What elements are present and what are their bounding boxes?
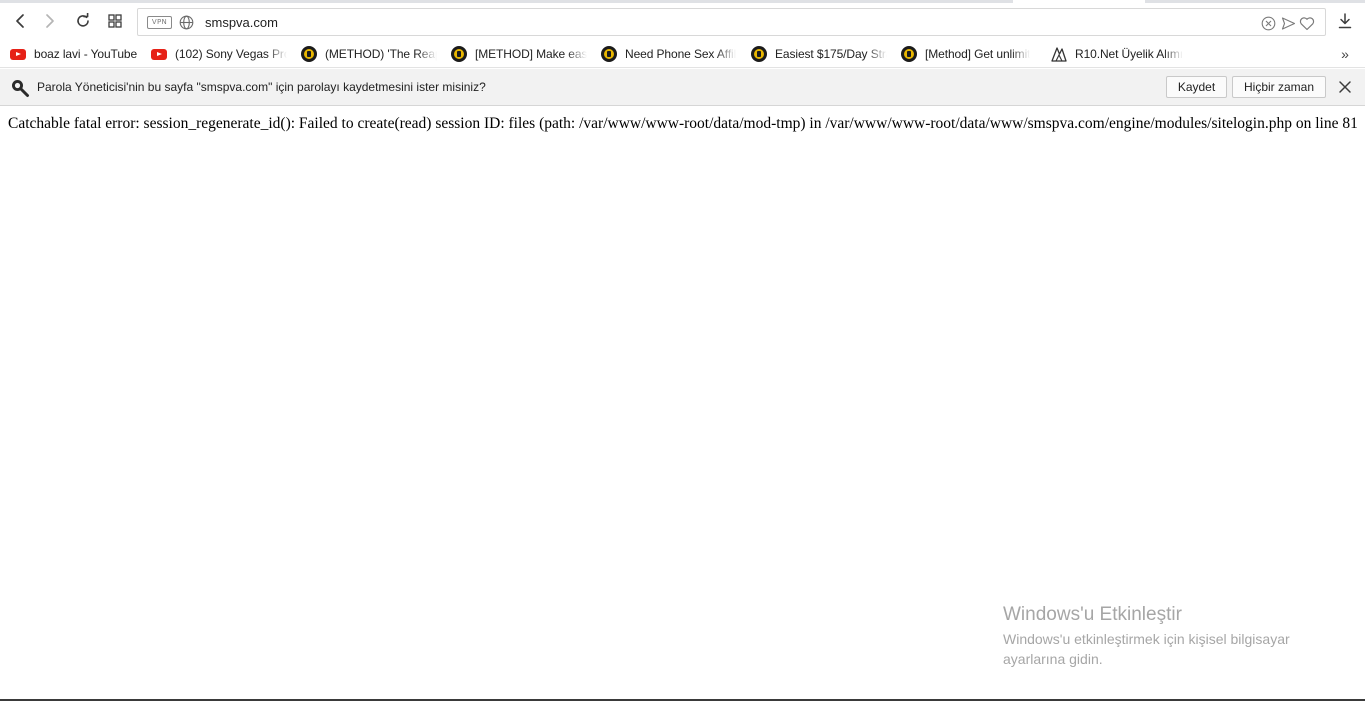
windows-activation-watermark: Windows'u Etkinleştir Windows'u etkinleş… [1003,603,1333,669]
bookmark-label: Need Phone Sex Affil [625,47,737,61]
bookmark-item[interactable]: boaz lavi - YouTube [10,45,137,63]
infobar-message: Parola Yöneticisi'nin bu sayfa "smspva.c… [37,80,486,94]
browser-toolbar: VPN smspva.com [0,3,1365,40]
key-search-icon [12,80,29,97]
bookmark-item[interactable]: Easiest $175/Day Stra [751,45,887,63]
downloads-button[interactable] [1332,7,1358,35]
reload-icon [77,13,89,27]
bookmark-item[interactable]: Need Phone Sex Affil [601,45,736,63]
bookmark-item[interactable]: [Method] Get unlimit [901,45,1030,63]
watermark-title: Windows'u Etkinleştir [1003,604,1182,625]
password-save-infobar: Parola Yöneticisi'nin bu sayfa "smspva.c… [0,69,1365,106]
blackhatworld-icon [901,46,917,62]
bookmark-label: [Method] Get unlimit [925,47,1031,61]
page-content: Catchable fatal error: session_regenerat… [0,106,1365,699]
heart-icon [1299,16,1315,30]
blackhatworld-icon [751,46,767,62]
snapshot-button[interactable] [1260,15,1276,31]
blackhatworld-icon [601,46,617,62]
download-icon [1338,13,1352,29]
send-button[interactable] [1280,15,1296,31]
bookmark-item[interactable]: [METHOD] Make eas [451,45,587,63]
forward-button[interactable] [37,7,63,35]
bookmark-heart-button[interactable] [1299,15,1315,31]
address-bar[interactable]: VPN smspva.com [137,8,1326,36]
back-button[interactable] [7,7,33,35]
blackhatworld-icon [451,46,467,62]
bookmark-item[interactable]: (102) Sony Vegas Pro [151,45,287,63]
bookmark-label: (METHOD) 'The Reap [325,47,437,61]
error-message: Catchable fatal error: session_regenerat… [8,115,1358,132]
youtube-icon [10,46,26,62]
bookmark-label: (102) Sony Vegas Pro [175,47,287,61]
bookmark-item[interactable]: R10.Net Üyelik Alımı [1051,45,1183,63]
bookmarks-bar: boaz lavi - YouTube (102) Sony Vegas Pro… [0,40,1365,68]
more-bookmarks-button[interactable]: » [1337,46,1353,62]
r10-icon [1051,46,1067,62]
send-icon [1281,16,1295,30]
grid-icon [108,14,122,28]
bookmark-label: boaz lavi - YouTube [34,47,138,61]
reload-button[interactable] [70,7,96,35]
watermark-subtitle: Windows'u etkinleştirmek için kişisel bi… [1003,631,1290,667]
vpn-badge[interactable]: VPN [147,16,172,29]
snapshot-icon [1261,16,1275,30]
save-password-button[interactable]: Kaydet [1166,76,1227,98]
youtube-icon [151,46,167,62]
never-save-button[interactable]: Hiçbir zaman [1232,76,1326,98]
blackhatworld-icon [301,46,317,62]
globe-icon[interactable] [179,15,194,30]
speed-dial-button[interactable] [102,7,128,35]
bookmark-label: [METHOD] Make eas [475,47,587,61]
close-icon[interactable] [1338,80,1352,94]
bookmark-item[interactable]: (METHOD) 'The Reap [301,45,437,63]
back-arrow-icon [16,14,24,28]
bookmark-label: Easiest $175/Day Stra [775,47,887,61]
forward-arrow-icon [46,14,54,28]
url-text[interactable]: smspva.com [205,15,278,30]
bookmark-label: R10.Net Üyelik Alımı [1075,47,1184,61]
